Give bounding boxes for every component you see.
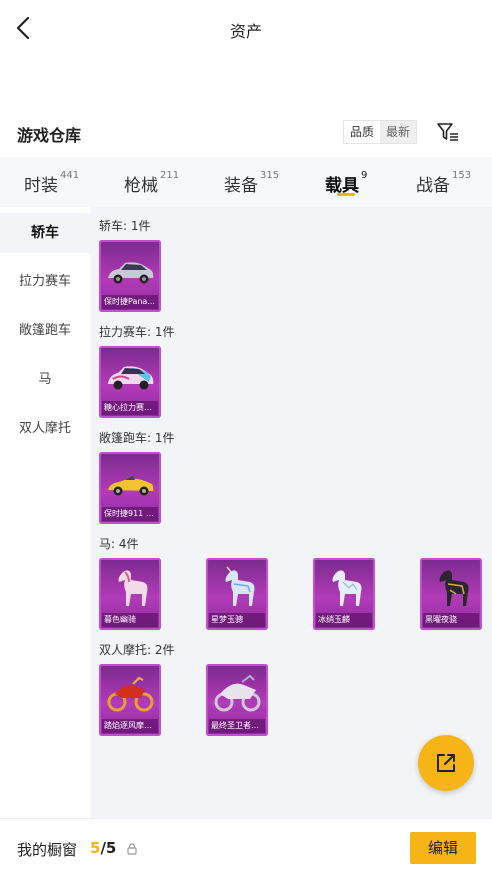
sort-by-newest[interactable]: 最新 bbox=[380, 121, 417, 143]
item-card[interactable]: 黑曜夜骁 bbox=[420, 558, 482, 630]
horse-icon bbox=[225, 566, 255, 606]
section-title-convertible: 敞篷跑车: 1件 bbox=[99, 431, 175, 445]
sedan-car-icon bbox=[108, 262, 154, 284]
showcase-count: 5/5 bbox=[90, 839, 116, 857]
tab-count: 441 bbox=[60, 170, 80, 181]
item-name: 保时捷911 敞... bbox=[102, 507, 158, 521]
tab-count: 153 bbox=[452, 170, 472, 181]
horse-icon bbox=[118, 570, 148, 606]
edit-button[interactable]: 编辑 bbox=[410, 832, 476, 864]
item-card[interactable]: 保时捷911 敞... bbox=[99, 452, 161, 524]
item-card[interactable]: 冰绡玉麟 bbox=[313, 558, 375, 630]
vehicle-content: 轿车: 1件 保时捷Pana... 拉力赛车: 1件 糖心拉力赛车... 敞篷跑… bbox=[90, 207, 492, 818]
sidebar-item-horse[interactable]: 马 bbox=[0, 360, 90, 400]
tab-label: 战备 bbox=[416, 176, 450, 196]
sidebar-item-convertible[interactable]: 敞篷跑车 bbox=[0, 311, 90, 351]
item-card[interactable]: 踏焰逐风摩托... bbox=[99, 664, 161, 736]
tab-count: 211 bbox=[160, 170, 180, 181]
vehicle-type-sidebar: 轿车 拉力赛车 敞篷跑车 马 双人摩托 bbox=[0, 207, 90, 818]
top-bar: 资产 bbox=[0, 0, 492, 58]
bottom-bar: 我的橱窗 5/5 编辑 bbox=[0, 818, 492, 876]
tab-label: 时装 bbox=[24, 176, 58, 196]
item-card[interactable]: 糖心拉力赛车... bbox=[99, 346, 161, 418]
item-name: 暮色幽骑 bbox=[102, 613, 158, 627]
showcase-current: 5 bbox=[90, 839, 101, 857]
section-title-motorcycle: 双人摩托: 2件 bbox=[99, 643, 175, 657]
warehouse-header: 游戏仓库 品质 最新 bbox=[0, 114, 492, 150]
showcase-total: /5 bbox=[100, 839, 117, 857]
filter-icon[interactable] bbox=[437, 122, 459, 142]
tab-label: 装备 bbox=[224, 176, 258, 196]
section-title-rally-car: 拉力赛车: 1件 bbox=[99, 325, 175, 339]
item-card[interactable]: 最终圣卫者摩... bbox=[206, 664, 268, 736]
item-card[interactable]: 暮色幽骑 bbox=[99, 558, 161, 630]
page-title: 资产 bbox=[229, 22, 262, 41]
active-tab-indicator bbox=[337, 193, 355, 196]
external-link-icon bbox=[437, 754, 455, 772]
showcase-label: 我的橱窗 bbox=[17, 841, 78, 859]
tab-vehicles[interactable]: 载具 9 bbox=[325, 157, 367, 207]
convertible-car-icon bbox=[108, 476, 154, 496]
warehouse-title: 游戏仓库 bbox=[17, 126, 82, 145]
sidebar-item-sedan[interactable]: 轿车 bbox=[0, 213, 90, 253]
horse-icon bbox=[332, 570, 362, 606]
item-name: 最终圣卫者摩... bbox=[209, 719, 265, 733]
sort-by-quality[interactable]: 品质 bbox=[344, 121, 380, 143]
sort-toggle: 品质 最新 bbox=[343, 120, 418, 144]
sidebar-item-rally-car[interactable]: 拉力赛车 bbox=[0, 262, 90, 302]
item-card[interactable]: 星梦玉骢 bbox=[206, 558, 268, 630]
tab-firearms[interactable]: 枪械 211 bbox=[124, 157, 179, 207]
item-card[interactable]: 保时捷Pana... bbox=[99, 240, 161, 312]
rally-car-icon bbox=[108, 366, 154, 390]
motorcycle-icon bbox=[214, 674, 261, 712]
share-button[interactable] bbox=[418, 735, 474, 791]
item-name: 冰绡玉麟 bbox=[316, 613, 372, 627]
horse-icon bbox=[439, 570, 469, 606]
section-title-horse: 马: 4件 bbox=[99, 537, 139, 551]
tab-count: 315 bbox=[260, 170, 280, 181]
tab-label: 枪械 bbox=[124, 176, 158, 196]
lock-icon bbox=[127, 843, 137, 855]
tab-supplies[interactable]: 战备 153 bbox=[416, 157, 471, 207]
item-name: 糖心拉力赛车... bbox=[102, 401, 158, 415]
motorcycle-icon bbox=[107, 676, 154, 712]
section-title-sedan: 轿车: 1件 bbox=[99, 219, 151, 233]
item-name: 踏焰逐风摩托... bbox=[102, 719, 158, 733]
tab-fashion[interactable]: 时装 441 bbox=[24, 157, 79, 207]
item-name: 保时捷Pana... bbox=[102, 295, 158, 309]
item-name: 星梦玉骢 bbox=[209, 613, 265, 627]
tab-count: 9 bbox=[361, 170, 368, 181]
sidebar-item-motorcycle[interactable]: 双人摩托 bbox=[0, 409, 90, 449]
category-tabs: 时装 441 枪械 211 装备 315 载具 9 战备 153 bbox=[0, 157, 492, 207]
item-name: 黑曜夜骁 bbox=[423, 613, 479, 627]
tab-equipment[interactable]: 装备 315 bbox=[224, 157, 279, 207]
